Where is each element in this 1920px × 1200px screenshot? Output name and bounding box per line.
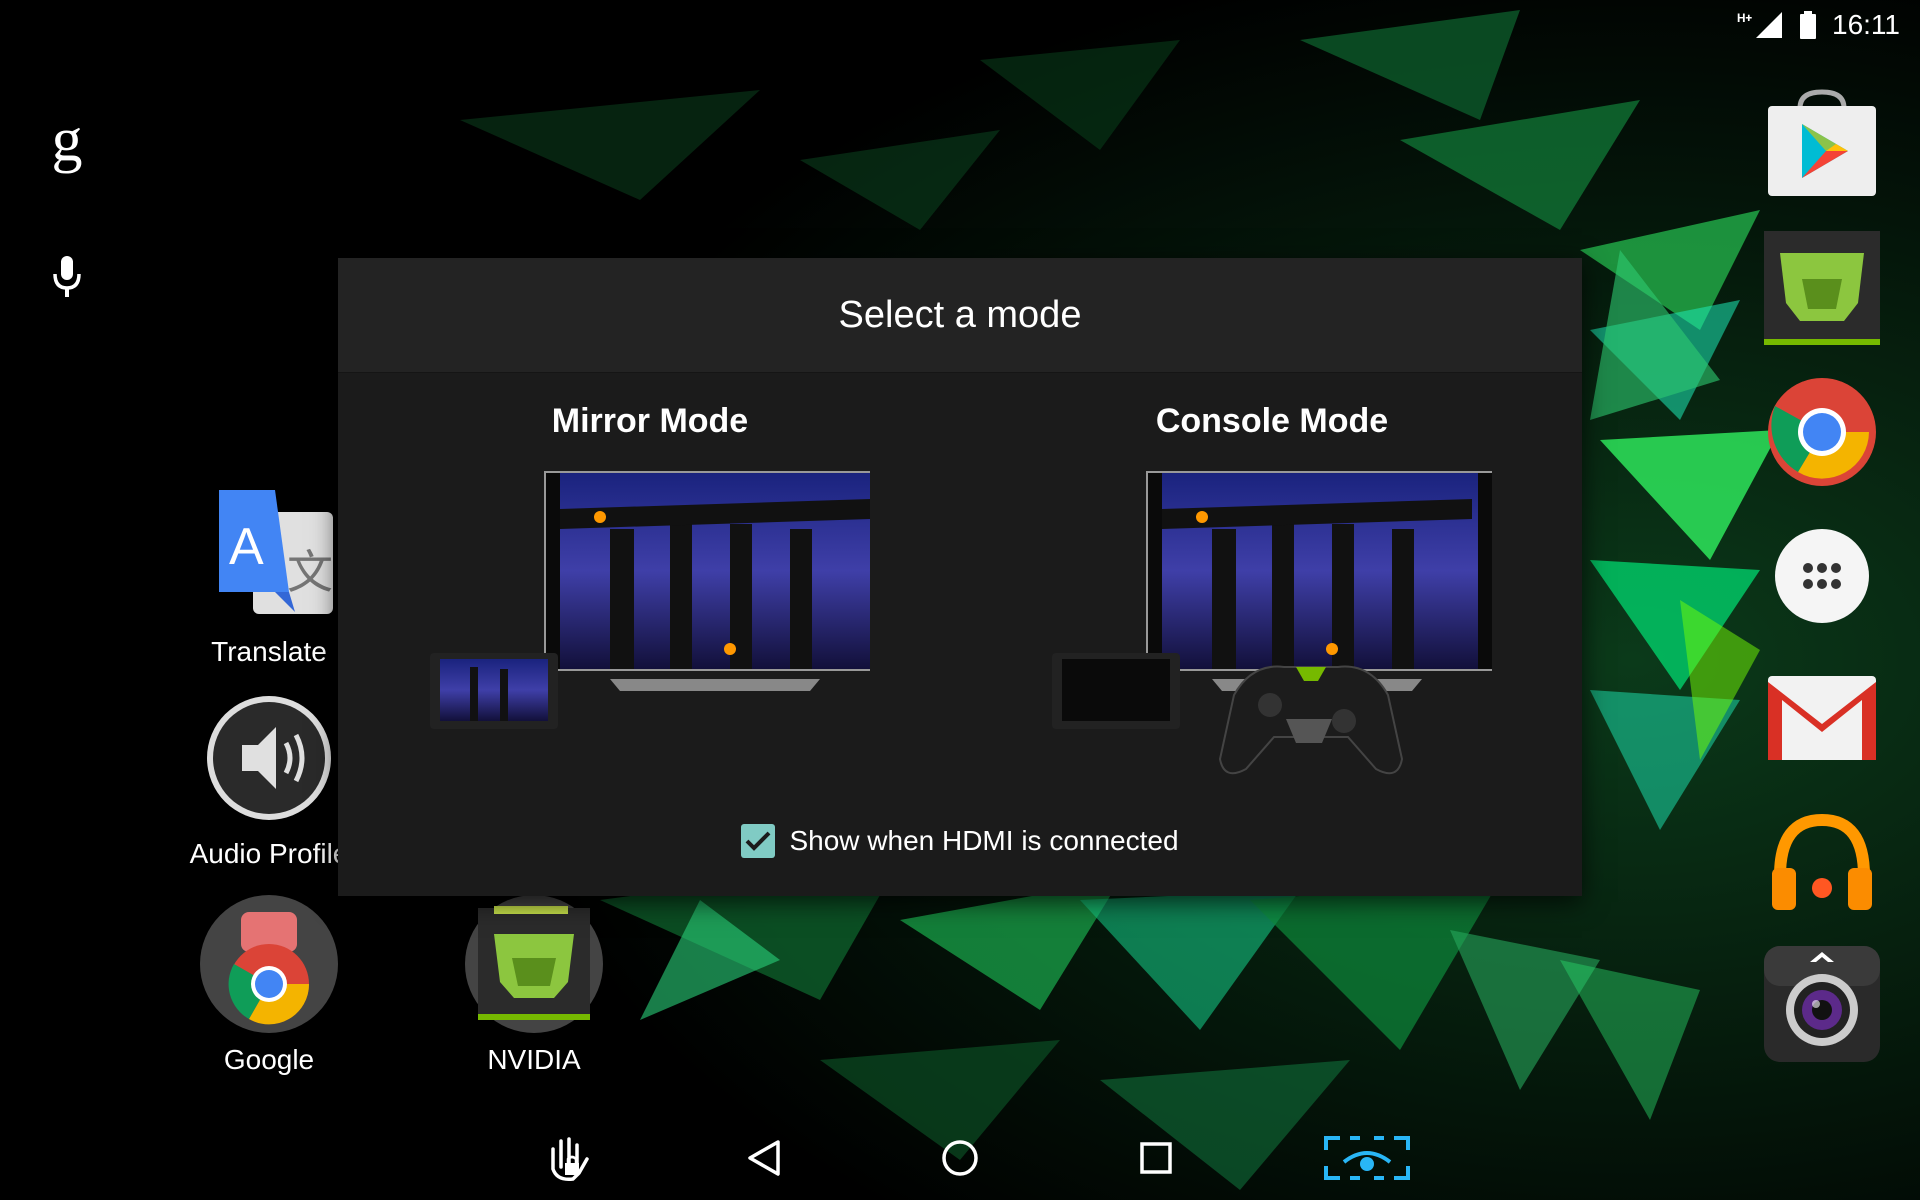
signal-icon [1756, 12, 1782, 38]
dock-app-gmail[interactable] [1762, 658, 1882, 778]
desktop-app-audio-profile[interactable]: Audio Profile [184, 688, 354, 870]
dialog-title: Select a mode [838, 293, 1082, 336]
translate-icon-box: A 文 [199, 486, 339, 626]
gesture-lock-icon [551, 1137, 589, 1182]
google-folder-box [199, 894, 339, 1034]
home-button[interactable] [930, 1128, 990, 1188]
mirror-mode-option[interactable]: Mirror Mode [400, 402, 900, 769]
battery-icon [1800, 11, 1816, 39]
camera-icon [1764, 946, 1880, 1062]
nvidia-shield-icon [465, 895, 603, 1033]
nvidia-hub-icon [1764, 231, 1880, 345]
google-folder-icon [200, 895, 338, 1033]
desktop-folder-nvidia[interactable]: NVIDIA [449, 894, 619, 1076]
hdmi-checkbox-row[interactable]: Show when HDMI is connected [338, 824, 1582, 858]
recents-icon [1140, 1142, 1172, 1174]
back-button[interactable] [734, 1128, 794, 1188]
app-drawer-icon [1775, 529, 1869, 623]
select-mode-dialog: Select a mode Mirror Mode Console Mode S… [338, 258, 1582, 896]
mirror-mode-illustration [430, 471, 870, 729]
desktop-app-label: Audio Profile [189, 838, 349, 869]
chrome-icon [1768, 378, 1876, 486]
google-g-icon: g [51, 106, 83, 174]
headphones-icon [1772, 813, 1872, 910]
audio-icon-box [199, 688, 339, 828]
dock-app-play-store[interactable] [1762, 82, 1882, 202]
svg-text:文: 文 [287, 545, 333, 599]
dock-app-chrome[interactable] [1762, 372, 1882, 492]
status-bar: H+ 16:11 [1737, 0, 1920, 50]
dock-app-camera[interactable] [1762, 944, 1882, 1064]
screenshot-icon [1324, 1136, 1410, 1180]
desktop-app-label: Google [223, 1044, 315, 1075]
voice-search-button[interactable] [45, 254, 89, 298]
desktop-app-label: NVIDIA [487, 1044, 581, 1075]
gesture-lock-button[interactable] [539, 1128, 599, 1188]
recents-button[interactable] [1126, 1128, 1186, 1188]
desktop-app-label: Translate [211, 636, 327, 667]
mode-title: Console Mode [1155, 402, 1389, 440]
clock: 16:11 [1832, 9, 1900, 40]
hdmi-checkbox-label: Show when HDMI is connected [789, 825, 1179, 856]
desktop-folder-google[interactable]: Google [184, 894, 354, 1076]
navigation-bar [0, 1108, 1920, 1200]
mode-title: Mirror Mode [551, 402, 749, 440]
console-mode-option[interactable]: Console Mode [1022, 402, 1522, 789]
dock-app-nvidia-hub[interactable] [1762, 228, 1882, 348]
dock-app-play-music[interactable] [1762, 802, 1882, 922]
home-icon [942, 1140, 978, 1176]
console-mode-illustration [1052, 471, 1492, 775]
hdmi-checkbox[interactable] [741, 824, 776, 858]
gmail-icon [1768, 676, 1876, 760]
checkmark-icon [746, 831, 771, 851]
network-type-label: H+ [1736, 11, 1752, 25]
play-store-icon [1768, 89, 1876, 196]
desktop-app-translate[interactable]: A 文 Translate [184, 486, 354, 668]
translate-icon: A 文 [219, 490, 333, 614]
speaker-icon [207, 696, 331, 820]
google-search-button[interactable]: g [45, 109, 89, 171]
screenshot-button[interactable] [1322, 1128, 1412, 1188]
microphone-icon [53, 256, 81, 297]
svg-text:A: A [229, 518, 264, 576]
dialog-header: Select a mode [338, 258, 1582, 373]
back-icon [748, 1140, 780, 1176]
nvidia-folder-box [464, 894, 604, 1034]
dock-app-drawer[interactable] [1762, 516, 1882, 636]
